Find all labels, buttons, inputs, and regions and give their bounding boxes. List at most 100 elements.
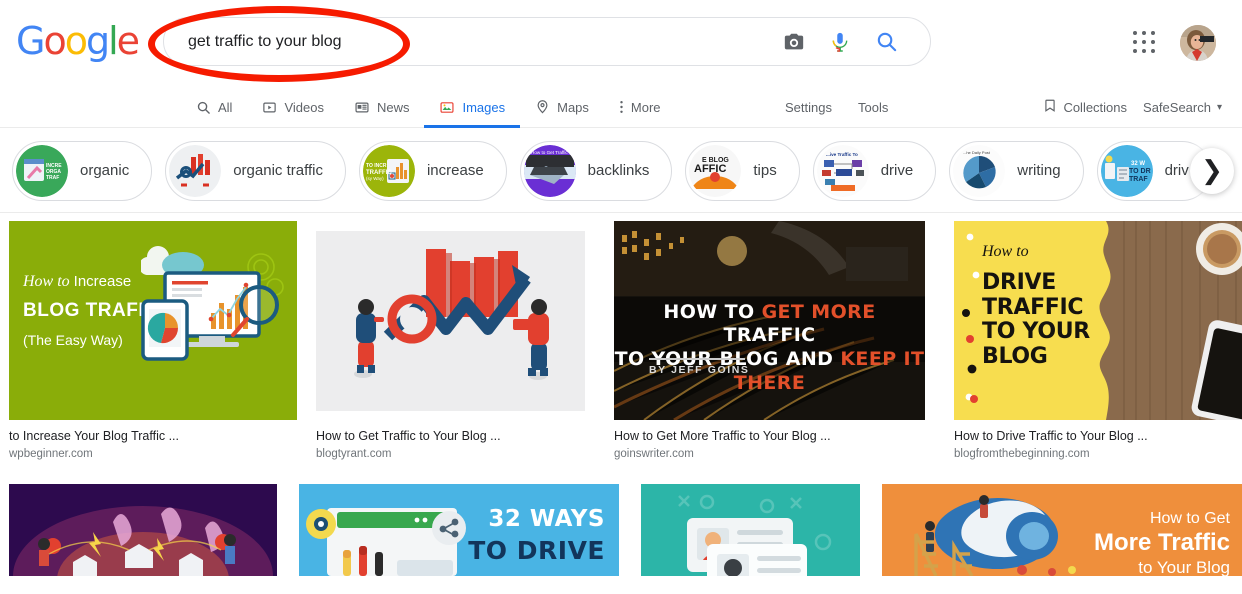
chips-next-button[interactable]: ❯ [1190, 128, 1242, 212]
search-icon[interactable] [866, 22, 906, 62]
teal-cards-thumbnail[interactable] [641, 484, 860, 576]
thumb-line1a: HOW TO [663, 300, 762, 323]
image-icon [439, 100, 455, 115]
image-result-2: How to Get Traffic to Your Blog ... blog… [316, 221, 585, 460]
thumb-line1: How to Get [1149, 510, 1230, 527]
megaphone-orange-thumbnail[interactable]: How to Get More Traffic to Your Blog [882, 484, 1242, 576]
image-result-1: How to Increase BLOG TRAFFIC (The Easy W… [9, 221, 297, 460]
settings-button[interactable]: Settings [772, 100, 845, 115]
chevron-right-icon: ❯ [1190, 147, 1234, 194]
search-tabs: All Videos News Images Maps More [181, 86, 676, 128]
image-result-5 [9, 484, 277, 576]
video-icon [262, 100, 277, 115]
drive-thumb: ...ive Traffic To [816, 144, 869, 197]
monitor-chart-illustration [138, 243, 291, 373]
chip-label: tips [753, 162, 777, 179]
svg-text:...he Daily Post: ...he Daily Post [963, 150, 991, 155]
safesearch-dropdown[interactable]: SafeSearch ▾ [1137, 100, 1228, 115]
thumb-line2: TO DRIVE [468, 536, 605, 565]
tab-maps[interactable]: Maps [520, 86, 604, 128]
related-chip-increase[interactable]: TO INCR TRAFFIC (sy Way) increase [358, 140, 507, 201]
thumb-line1b: TRAFFIC [723, 324, 816, 347]
purple-network-thumbnail[interactable] [9, 484, 277, 576]
chip-label: drive [880, 162, 914, 179]
search-options: Settings Tools [772, 86, 901, 128]
organic-thumb: INCRE ORGA TRAF [16, 144, 68, 197]
image-result-8: How to Get More Traffic to Your Blog [882, 484, 1242, 576]
results-row-2: 32 WAYS TO DRIVE How to Get More Traffic… [0, 484, 1242, 576]
chip-label: driv [1164, 162, 1189, 179]
related-chip-organic[interactable]: INCRE ORGA TRAF organic [12, 140, 153, 201]
increase-thumb: TO INCR TRAFFIC (sy Way) [362, 144, 415, 197]
svg-text:TRAF: TRAF [46, 175, 59, 181]
search-input[interactable]: get traffic to your blog [164, 33, 774, 51]
result-title[interactable]: How to Drive Traffic to Your Blog ... [954, 429, 1242, 443]
result-domain: goinswriter.com [614, 448, 694, 460]
city-night-traffic-thumbnail[interactable]: HOW TO GET MORE TRAFFIC TO YOUR BLOG AND… [614, 221, 925, 420]
tab-label: Videos [284, 99, 324, 115]
related-searches-list: INCRE ORGA TRAF organic organic traffic … [0, 128, 1242, 212]
chip-label: organic traffic [233, 162, 323, 179]
thumb-line1-highlight: GET MORE [761, 300, 876, 323]
search-tabs-bar: All Videos News Images Maps More Setting… [0, 86, 1242, 128]
image-result-6: 32 WAYS TO DRIVE [299, 484, 619, 576]
blog-traffic-green-thumbnail[interactable]: How to Increase BLOG TRAFFIC (The Easy W… [9, 221, 297, 420]
related-chip-organic-traffic[interactable]: organic traffic [165, 140, 346, 201]
related-chip-writing[interactable]: ...he Daily Post writing [949, 140, 1084, 201]
map-pin-icon [535, 99, 550, 115]
collections-button[interactable]: Collections [1037, 97, 1133, 117]
thumb-script-text: How to [23, 273, 70, 290]
search-bar[interactable]: get traffic to your blog [163, 17, 931, 66]
tab-images[interactable]: Images [424, 86, 520, 128]
tab-label: More [630, 99, 661, 115]
thumb-text: Increase [73, 273, 132, 290]
svg-text:32 W: 32 W [1131, 161, 1145, 167]
thumb-line3: to Your Blog [1138, 558, 1230, 576]
camera-icon[interactable] [774, 22, 814, 62]
image-result-7 [641, 484, 860, 576]
chevron-down-icon: ▾ [1216, 101, 1222, 113]
image-result-3: HOW TO GET MORE TRAFFIC TO YOUR BLOG AND… [614, 221, 925, 460]
tab-videos[interactable]: Videos [247, 86, 339, 128]
result-title[interactable]: How to Get More Traffic to Your Blog ... [614, 429, 925, 443]
drive2-thumb: 32 W TO DR TRAF [1100, 144, 1153, 197]
tab-more[interactable]: More [604, 86, 676, 128]
drive-traffic-yellow-thumbnail[interactable]: How to DRIVE TRAFFIC TO YOUR BLOG [954, 221, 1242, 420]
result-title[interactable]: How to Get Traffic to Your Blog ... [316, 429, 585, 443]
32-ways-to-drive-blue-thumbnail[interactable]: 32 WAYS TO DRIVE [299, 484, 619, 576]
page-header: Google get traffic to your blog [0, 0, 1242, 86]
tab-label: Maps [557, 99, 589, 115]
thumb-line1: 32 WAYS [488, 506, 605, 532]
thumb-script-text: How to [982, 243, 1029, 260]
tab-news[interactable]: News [339, 86, 425, 128]
microphone-icon[interactable] [820, 22, 860, 62]
svg-text:(sy Way): (sy Way) [366, 176, 384, 181]
svg-text:AFFIC: AFFIC [694, 163, 726, 175]
google-logo[interactable]: Google [16, 22, 140, 60]
growth-chart-illustration-thumbnail[interactable] [316, 221, 585, 420]
tab-label: News [376, 99, 410, 115]
writing-thumb: ...he Daily Post [953, 144, 1006, 197]
account-avatar[interactable] [1180, 25, 1216, 61]
result-domain: blogtyrant.com [316, 448, 392, 460]
chip-label: increase [426, 162, 484, 179]
bookmark-icon [1043, 97, 1057, 117]
result-title[interactable]: to Increase Your Blog Traffic ... [9, 429, 297, 443]
result-domain: wpbeginner.com [9, 448, 93, 460]
safesearch-label: SafeSearch [1143, 99, 1211, 115]
more-vertical-icon [619, 99, 624, 115]
related-chip-drive[interactable]: ...ive Traffic To drive [812, 140, 937, 201]
tools-button[interactable]: Tools [845, 100, 901, 115]
thumb-byline: BY JEFF GOINS [649, 364, 750, 377]
collections-label: Collections [1063, 99, 1128, 115]
backlinks-thumb: How to Get Traffic To [523, 144, 576, 197]
chip-label: organic [80, 162, 130, 179]
search-icon [196, 100, 211, 115]
related-chip-tips[interactable]: E BLOG AFFIC tips [685, 140, 800, 201]
news-icon [354, 100, 370, 115]
tab-all[interactable]: All [181, 86, 247, 128]
image-results-grid: How to Increase BLOG TRAFFIC (The Easy W… [0, 213, 1242, 576]
apps-grid-icon[interactable] [1131, 29, 1159, 57]
related-chip-backlinks[interactable]: How to Get Traffic To backlinks [519, 140, 673, 201]
nav-right-cluster: Collections SafeSearch ▾ [1037, 86, 1228, 128]
